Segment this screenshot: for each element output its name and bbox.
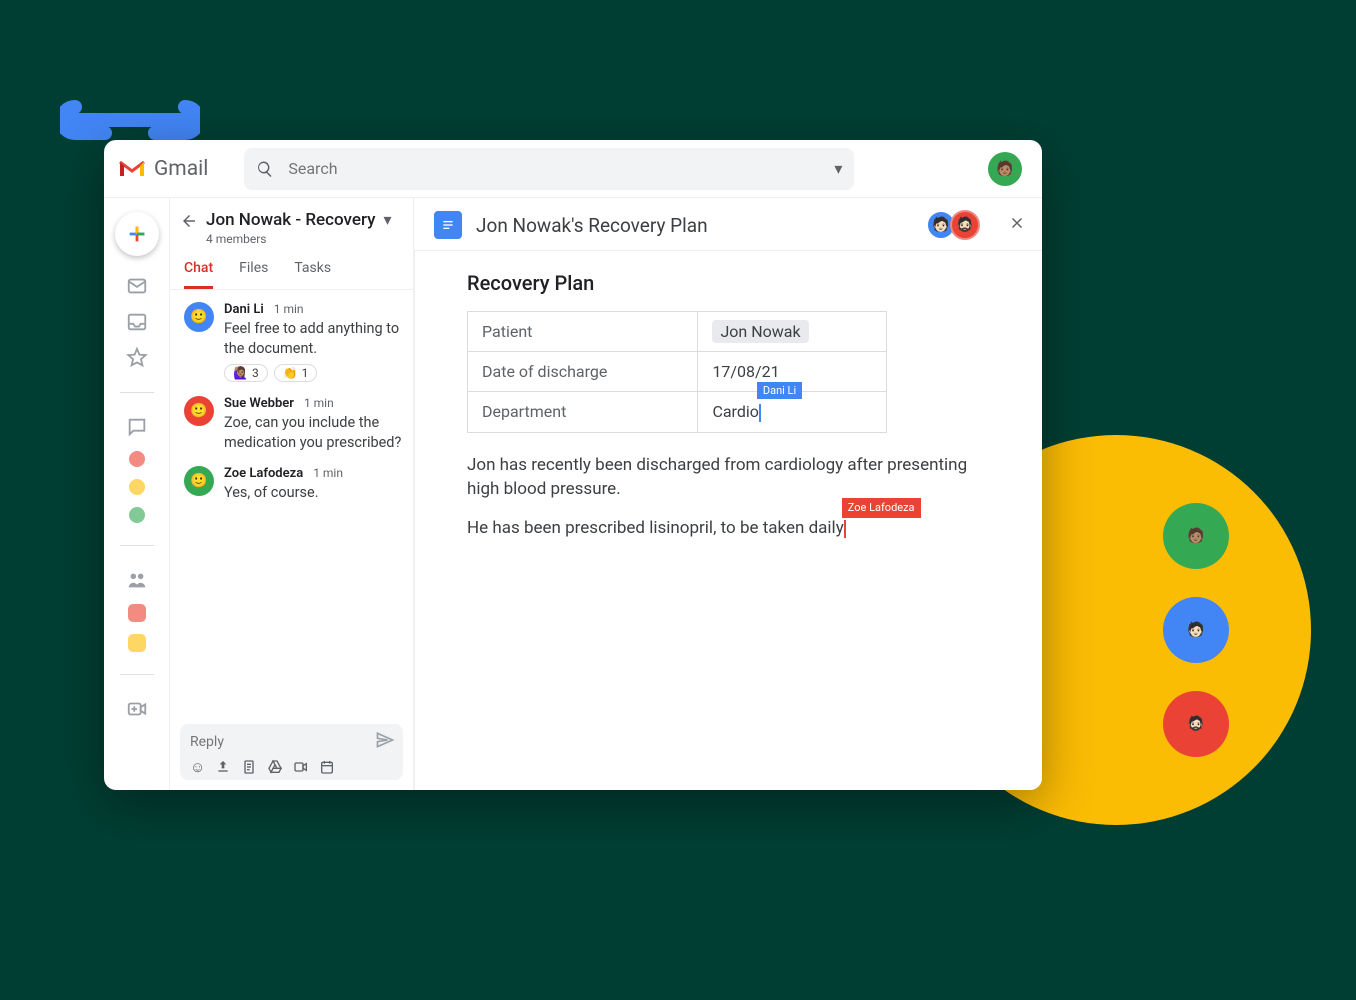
avatar: 🧔🏻: [1163, 691, 1229, 757]
gmail-logo[interactable]: Gmail: [118, 157, 208, 181]
document-body[interactable]: Recovery Plan Patient Jon Nowak Date of …: [414, 251, 1042, 790]
message-author: Dani Li: [224, 302, 264, 317]
collaborator-cursor: Dani Li: [759, 402, 761, 421]
status-dot[interactable]: [129, 451, 145, 467]
spaces-icon[interactable]: [125, 568, 149, 592]
document-paragraph: Jon has recently been discharged from ca…: [467, 453, 1002, 502]
reaction-chip[interactable]: 👏1: [274, 364, 318, 382]
message-time: 1 min: [274, 302, 304, 316]
row-label: Date of discharge: [468, 352, 698, 392]
back-icon[interactable]: [180, 212, 198, 234]
chat-panel: Jon Nowak - Recovery ▾ 4 members Chat Fi…: [170, 198, 414, 790]
message[interactable]: 🙂 Sue Webber 1 min Zoe, can you include the…: [184, 396, 405, 452]
gmail-icon: [118, 158, 146, 180]
tab-tasks[interactable]: Tasks: [294, 260, 331, 289]
avatar: 🙂: [184, 396, 214, 426]
tab-files[interactable]: Files: [239, 260, 268, 289]
message-text: Feel free to add anything to the documen…: [224, 319, 405, 358]
message-time: 1 min: [313, 466, 343, 480]
reply-box[interactable]: ☺: [180, 724, 403, 780]
gmail-window: Gmail ▾ 🧑🏽: [104, 140, 1042, 790]
document-heading: Recovery Plan: [467, 271, 1002, 295]
message[interactable]: 🙂 Dani Li 1 min Feel free to add anything t…: [184, 302, 405, 382]
meet-icon[interactable]: [125, 697, 149, 721]
close-icon[interactable]: [1008, 214, 1026, 236]
reactions: 🙋🏽‍♀️3 👏1: [224, 364, 405, 382]
send-icon[interactable]: [375, 730, 395, 754]
row-value: CardioDani Li: [698, 392, 887, 433]
nav-rail: [104, 198, 170, 790]
collaborator-avatars: 🧑🏻 🧔🏻: [932, 210, 980, 240]
header-bar: Gmail ▾ 🧑🏽: [104, 140, 1042, 198]
avatar[interactable]: 🧔🏻: [950, 210, 980, 240]
table-row: Date of discharge 17/08/21: [468, 352, 887, 392]
inbox-icon[interactable]: [125, 310, 149, 334]
emoji-icon[interactable]: ☺: [190, 758, 205, 776]
plus-icon: [126, 223, 148, 245]
compose-button[interactable]: [115, 212, 159, 256]
message-text: Yes, of course.: [224, 483, 405, 503]
star-icon[interactable]: [125, 346, 149, 370]
calendar-icon[interactable]: [319, 758, 335, 776]
search-icon: [256, 160, 274, 178]
reaction-chip[interactable]: 🙋🏽‍♀️3: [224, 364, 268, 382]
space-member-count: 4 members: [206, 232, 391, 246]
space-color-chip[interactable]: [128, 604, 146, 622]
message[interactable]: 🙂 Zoe Lafodeza 1 min Yes, of course.: [184, 466, 405, 503]
row-label: Patient: [468, 312, 698, 352]
collaborator-cursor: Zoe Lafodeza: [844, 518, 846, 538]
avatar: 🧑🏻: [1163, 597, 1229, 663]
document-paragraph: He has been prescribed lisinopril, to be…: [467, 516, 1002, 541]
avatar: 🙂: [184, 466, 214, 496]
space-tabs: Chat Files Tasks: [170, 250, 413, 290]
avatar: 🧑🏽: [1163, 503, 1229, 569]
compose-toolbar: ☺: [190, 758, 395, 776]
mail-icon[interactable]: [125, 274, 149, 298]
message-author: Zoe Lafodeza: [224, 466, 303, 481]
table-row: Department CardioDani Li: [468, 392, 887, 433]
upload-icon[interactable]: [215, 758, 231, 776]
chevron-down-icon[interactable]: ▾: [383, 210, 391, 229]
video-icon[interactable]: [293, 758, 309, 776]
search-options-icon[interactable]: ▾: [834, 159, 842, 178]
patient-table: Patient Jon Nowak Date of discharge 17/0…: [467, 311, 887, 433]
docs-icon[interactable]: [241, 758, 257, 776]
document-panel: Jon Nowak's Recovery Plan 🧑🏻 🧔🏻 Recovery…: [414, 198, 1042, 790]
account-avatar[interactable]: 🧑🏽: [988, 152, 1022, 186]
chat-icon[interactable]: [125, 415, 149, 439]
messages-list: 🙂 Dani Li 1 min Feel free to add anything t…: [170, 290, 413, 718]
drive-icon[interactable]: [267, 758, 283, 776]
google-docs-icon: [434, 211, 462, 239]
row-label: Department: [468, 392, 698, 433]
document-title: Jon Nowak's Recovery Plan: [476, 214, 918, 237]
status-dot[interactable]: [129, 479, 145, 495]
avatar: 🙂: [184, 302, 214, 332]
link-icon: [60, 95, 200, 145]
search-bar[interactable]: ▾: [244, 148, 854, 190]
table-row: Patient Jon Nowak: [468, 312, 887, 352]
status-dot[interactable]: [129, 507, 145, 523]
message-time: 1 min: [304, 396, 334, 410]
row-value: Jon Nowak: [698, 312, 887, 352]
reply-input[interactable]: [190, 734, 375, 750]
message-text: Zoe, can you include the medication you …: [224, 413, 405, 452]
space-title[interactable]: Jon Nowak - Recovery ▾: [206, 210, 391, 230]
search-input[interactable]: [288, 159, 820, 178]
space-color-chip[interactable]: [128, 634, 146, 652]
app-name: Gmail: [154, 157, 208, 181]
message-author: Sue Webber: [224, 396, 294, 411]
tab-chat[interactable]: Chat: [184, 260, 213, 289]
